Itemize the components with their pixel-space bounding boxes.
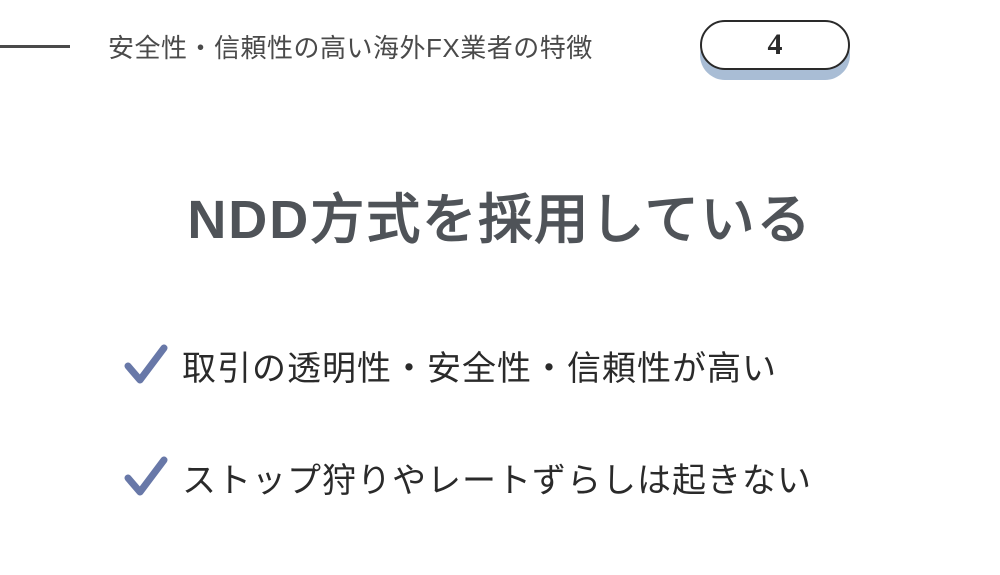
check-icon [120, 340, 170, 390]
check-icon [120, 452, 170, 502]
badge-number: 4 [768, 28, 783, 62]
header-title: 安全性・信頼性の高い海外FX業者の特徴 [108, 28, 593, 65]
header-accent-line [0, 45, 70, 48]
list-item: ストップ狩りやレートずらしは起きない [120, 452, 812, 502]
bullet-list: 取引の透明性・安全性・信頼性が高い ストップ狩りやレートずらしは起きない [120, 340, 812, 564]
badge-pill: 4 [700, 20, 850, 70]
list-item: 取引の透明性・安全性・信頼性が高い [120, 340, 812, 390]
bullet-text: ストップ狩りやレートずらしは起きない [182, 453, 812, 502]
slide-header: 安全性・信頼性の高い海外FX業者の特徴 4 [0, 28, 1000, 65]
bullet-text: 取引の透明性・安全性・信頼性が高い [182, 341, 777, 390]
main-title: NDD方式を採用している [0, 175, 1000, 254]
